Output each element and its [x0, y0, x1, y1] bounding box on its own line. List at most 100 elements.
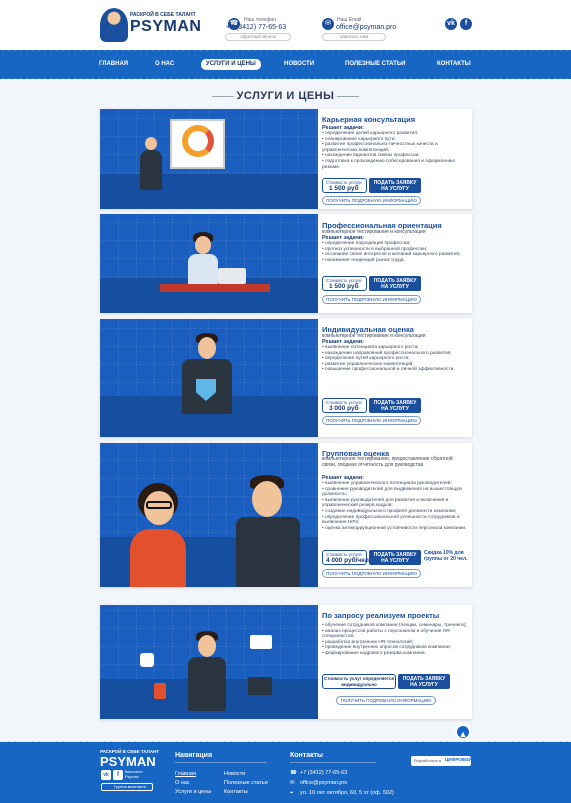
email-value[interactable]: office@psyman.pro	[336, 24, 396, 31]
write-us-button[interactable]: написать нам	[322, 33, 386, 41]
scroll-top-button[interactable]: ▲	[455, 724, 471, 740]
nav-item-home[interactable]: ГЛАВНАЯ	[99, 59, 128, 70]
desk	[160, 284, 270, 292]
footer-vk-label[interactable]: Вконтакте Psyman	[125, 770, 152, 779]
main-nav: ГЛАВНАЯ О НАС УСЛУГИ И ЦЕНЫ НОВОСТИ ПОЛЕ…	[0, 47, 571, 82]
group-illustration	[100, 443, 318, 587]
order-button[interactable]: ПОДАТЬ ЗАЯВКУ НА УСЛУГУ	[369, 276, 421, 291]
page-title: УСЛУГИ И ЦЕНЫ	[236, 90, 335, 102]
footer-contacts-heading: Контакты	[290, 752, 324, 759]
footer-nav-divider	[175, 762, 267, 763]
footer-link-articles[interactable]: Полезные статьи	[224, 780, 268, 786]
service-card-individual: Индивидуальная оценка компьютерное тести…	[100, 319, 472, 437]
footer-link-news[interactable]: Новости	[224, 771, 245, 777]
email-icon: ✉	[322, 18, 334, 30]
footer-phone-icon: ☎	[290, 770, 297, 776]
glasses-icon	[146, 501, 172, 509]
woman-figure	[130, 529, 186, 587]
footer-vk-group-button[interactable]: Группа вконтакте	[101, 783, 153, 791]
price-value: 4 000 руб/чел	[326, 557, 369, 564]
more-info-button[interactable]: ПОЛУЧИТЬ ПОДРОБНУЮ ИНФОРМАЦИЮ	[322, 416, 421, 425]
more-info-button[interactable]: ПОЛУЧИТЬ ПОДРОБНУЮ ИНФОРМАЦИЮ	[336, 696, 436, 705]
nav-item-articles[interactable]: ПОЛЕЗНЫЕ СТАТЬИ	[345, 59, 405, 70]
career-illustration	[100, 109, 318, 209]
order-button[interactable]: ПОДАТЬ ЗАЯВКУ НА УСЛУГУ	[369, 550, 421, 565]
nav-item-contacts[interactable]: КОНТАКТЫ	[437, 59, 471, 70]
person-body	[188, 254, 218, 284]
order-button[interactable]: ПОДАТЬ ЗАЯВКУ НА УСЛУГУ	[369, 178, 421, 193]
vk-icon[interactable]: vk	[445, 18, 457, 30]
price-value: 1 500 руб	[329, 283, 359, 290]
more-info-button[interactable]: ПОЛУЧИТЬ ПОДРОБНУЮ ИНФОРМАЦИЮ	[322, 196, 421, 205]
footer-link-services[interactable]: Услуги и цены	[175, 789, 211, 795]
footer-address: ул. 10 лет октября, 60, 5 эт (оф. 502)	[300, 790, 394, 796]
nav-top-edge	[0, 47, 571, 53]
developer-badge[interactable]: Разработано в ЦИФРОВОЙ	[411, 756, 472, 766]
order-button[interactable]: ПОДАТЬ ЗАЯВКУ НА УСЛУГУ	[398, 674, 450, 689]
list-item: сравнение руководителей для выдвижения н…	[322, 487, 467, 498]
footer-phone[interactable]: +7 (3412) 77-65-63	[300, 770, 347, 776]
hero-head	[198, 337, 216, 359]
footer-contacts-divider	[290, 762, 376, 763]
footer-link-home[interactable]: Главная	[175, 771, 196, 777]
book-icon	[250, 635, 272, 649]
list-item: выявление руководителей для развития и в…	[322, 498, 467, 509]
footer-fb-icon[interactable]: f	[113, 770, 123, 780]
title-line-right	[337, 96, 359, 97]
multitask-figure	[188, 657, 226, 711]
order-label-2: НА УСЛУГУ	[381, 186, 409, 192]
coffee-cup-icon	[140, 653, 154, 667]
footer-logo-name[interactable]: PSYMAN	[100, 754, 156, 769]
facebook-icon[interactable]: f	[460, 18, 472, 30]
more-info-button[interactable]: ПОЛУЧИТЬ ПОДРОБНУЮ ИНФОРМАЦИЮ	[322, 295, 421, 304]
site-logo[interactable]: РАСКРОЙ В СЕБЕ ТАЛАНТ PSYMAN	[100, 8, 201, 42]
footer-email[interactable]: office@psyman.pro	[300, 780, 347, 786]
order-label-2: НА УСЛУГУ	[410, 682, 438, 688]
card-title: По запросу реализуем проекты	[322, 611, 440, 620]
list-item: осознание своих интересов и желаний карь…	[322, 252, 462, 258]
price-box: Стоимость услуги 1 500 руб	[322, 276, 367, 291]
footer-nav-heading: Навигация	[175, 752, 213, 759]
nav-bottom-edge	[0, 76, 571, 82]
developer-name: ЦИФРОВОЙ	[445, 757, 472, 762]
list-item: повышение профессиональной и личной эффе…	[322, 367, 462, 373]
group-discount: Скидка 10% для группы от 20 чел.	[424, 550, 468, 562]
consultant-head	[145, 137, 157, 150]
nav-item-services[interactable]: УСЛУГИ И ЦЕНЫ	[201, 59, 261, 70]
tasks-list: определение подходящей профессии; прогно…	[322, 241, 462, 263]
briefcase-icon	[248, 677, 272, 695]
chart-circle-icon	[182, 125, 214, 157]
service-card-career: Карьерная консультация Решает задачи: оп…	[100, 109, 472, 209]
nav-item-about[interactable]: О НАС	[155, 59, 174, 70]
laptop-icon	[218, 268, 246, 284]
list-item: создание индивидуального профиля должнос…	[322, 509, 467, 515]
footer-link-contacts[interactable]: Контакты	[224, 789, 248, 795]
card-title: Карьерная консультация	[322, 115, 416, 124]
list-item: анализ процессов работы с персоналом и о…	[322, 629, 467, 640]
more-info-button[interactable]: ПОЛУЧИТЬ ПОДРОБНУЮ ИНФОРМАЦИЮ	[322, 569, 421, 578]
phone-value[interactable]: +7 (3412) 77-65-63	[226, 24, 286, 31]
consultant-figure	[140, 150, 162, 190]
person-head	[195, 236, 211, 254]
footer-top-edge	[0, 739, 571, 745]
order-label-2: НА УСЛУГУ	[381, 558, 409, 564]
list-item: обучение сотрудников компании (лекции, с…	[322, 623, 467, 629]
footer-location-icon: ⌖	[290, 790, 294, 796]
nav-item-news[interactable]: НОВОСТИ	[284, 59, 314, 70]
logo-name: PSYMAN	[130, 18, 202, 35]
price-box: Стоимость услуги 4 000 руб/чел	[322, 550, 369, 565]
tasks-list: определение целей карьерного развития; п…	[322, 131, 462, 170]
list-item: понимание тенденций рынка труда.	[322, 258, 462, 264]
service-card-group: Групповая оценка компьютерное тестирован…	[100, 443, 472, 587]
site-header: РАСКРОЙ В СЕБЕ ТАЛАНТ PSYMAN ☎ Наш телеф…	[0, 0, 571, 50]
price-value: 3 000 руб	[329, 405, 359, 412]
footer-vk-icon[interactable]: vk	[101, 770, 111, 780]
footer-link-about[interactable]: О нас	[175, 780, 190, 786]
phone-device-icon	[154, 683, 166, 699]
price-value: 1 500 руб	[329, 185, 359, 192]
price-note: Стоимость услуг определяется индивидуаль…	[322, 674, 396, 689]
callback-button[interactable]: обратный звонок	[225, 33, 291, 41]
order-button[interactable]: ПОДАТЬ ЗАЯВКУ НА УСЛУГУ	[369, 398, 421, 413]
developer-label: Разработано в	[414, 758, 442, 763]
orientation-illustration	[100, 214, 318, 313]
